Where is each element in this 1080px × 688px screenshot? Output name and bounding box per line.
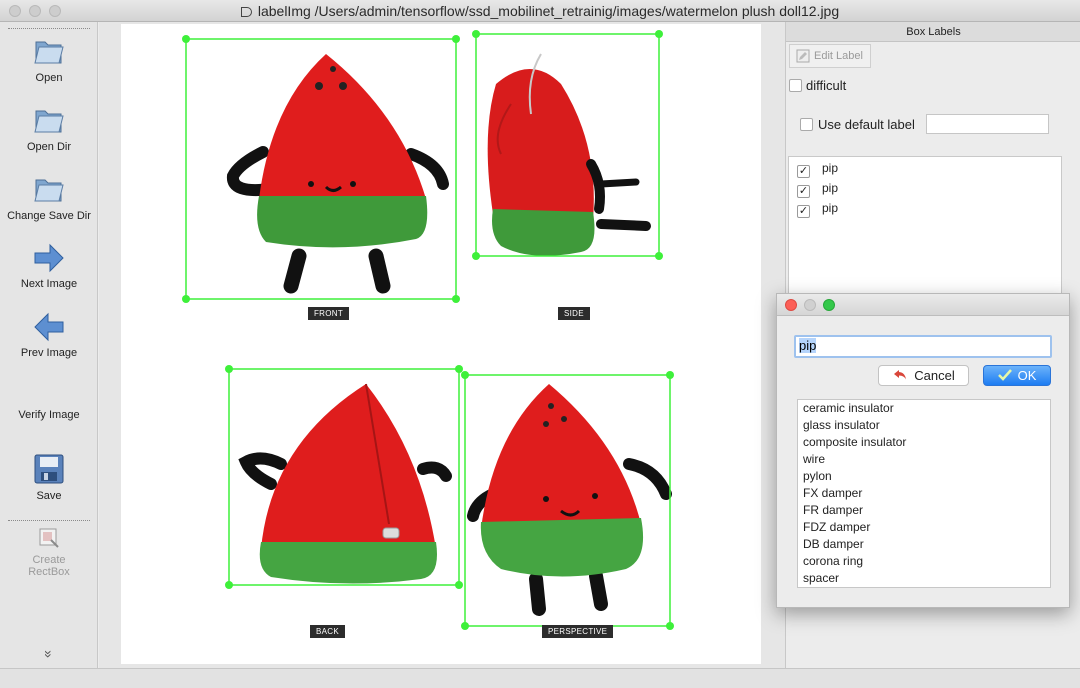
list-item[interactable]: spacer [803,571,839,585]
perspective-doll [467,384,672,616]
folder-icon [34,179,64,202]
list-item[interactable]: pylon [803,469,832,483]
window-title: labelImg /Users/admin/tensorflow/ssd_mob… [0,3,1080,19]
checkmark-icon[interactable]: ✓ [797,165,810,178]
canvas-area: FRONT SIDE BACK PERSPECTIVE [99,22,785,668]
label-dialog: pip Cancel OK ceramic insulator glass in… [776,293,1070,608]
dialog-close-button[interactable] [785,299,797,311]
side-doll [487,53,651,256]
ok-button[interactable]: OK [983,365,1051,386]
watermelon-plush-image [182,30,674,630]
left-toolbar: Open Open Dir Change Save Dir Next Image… [0,22,98,668]
edit-label-button[interactable]: Edit Label [789,44,871,68]
list-item[interactable]: composite insulator [803,435,906,449]
list-item[interactable]: DB damper [803,537,864,551]
list-item[interactable]: corona ring [803,554,863,568]
arrow-left-icon [34,312,64,342]
toolbar-grip[interactable] [8,28,90,29]
open-button[interactable]: Open [0,34,98,84]
label-input[interactable]: pip [794,335,1052,358]
floppy-disk-icon [34,454,64,484]
caption-side: SIDE [558,307,590,320]
dialog-zoom-button[interactable] [823,299,835,311]
rectbox-icon [39,528,59,548]
front-doll [227,54,449,294]
list-item[interactable]: glass insulator [803,418,880,432]
difficult-checkbox[interactable] [789,79,802,92]
caption-perspective: PERSPECTIVE [542,625,614,638]
cancel-button[interactable]: Cancel [878,365,969,386]
label-list: ✓ pip ✓ pip ✓ pip [788,156,1062,296]
list-item[interactable]: wire [803,452,825,466]
folder-icon [34,41,64,64]
verify-image-button[interactable]: Verify Image [0,409,98,421]
checkmark-icon [997,369,1012,381]
list-item[interactable]: FDZ damper [803,520,870,534]
use-default-label-checkbox[interactable] [800,118,813,131]
caption-back: BACK [310,625,345,638]
label-list-item[interactable]: ✓ pip [797,161,838,178]
list-item[interactable]: FR damper [803,503,863,517]
checkmark-icon[interactable]: ✓ [797,185,810,198]
back-doll [238,383,452,584]
change-save-dir-button[interactable]: Change Save Dir [0,172,98,222]
prev-image-button[interactable]: Prev Image [0,311,98,359]
list-item[interactable]: ceramic insulator [803,401,894,415]
status-bar [0,668,1080,688]
difficult-label: difficult [806,78,847,93]
label-list-item[interactable]: ✓ pip [797,201,838,218]
app-window: labelImg /Users/admin/tensorflow/ssd_mob… [0,0,1080,688]
label-options-list: ceramic insulator glass insulator compos… [797,399,1051,588]
open-dir-button[interactable]: Open Dir [0,103,98,153]
list-item[interactable]: FX damper [803,486,862,500]
save-button[interactable]: Save [0,452,98,502]
use-default-label-text: Use default label [818,117,915,132]
panel-title: Box Labels [786,22,1080,42]
label-list-item[interactable]: ✓ pip [797,181,838,198]
undo-arrow-icon [894,370,907,380]
default-label-input[interactable] [926,114,1049,134]
dialog-minimize-button[interactable] [804,299,816,311]
image-canvas[interactable]: FRONT SIDE BACK PERSPECTIVE [121,24,761,664]
arrow-right-icon [34,243,64,273]
folder-icon [34,110,64,133]
next-image-button[interactable]: Next Image [0,242,98,290]
checkmark-icon[interactable]: ✓ [797,205,810,218]
create-rectbox-button[interactable]: Create RectBox [0,526,98,578]
edit-pencil-icon [796,49,810,63]
toolbar-separator [8,520,90,521]
dialog-title-bar [777,294,1069,316]
toolbar-overflow-chevron-icon[interactable]: » [0,646,98,662]
document-icon [240,7,252,17]
caption-front: FRONT [308,307,350,320]
title-bar: labelImg /Users/admin/tensorflow/ssd_mob… [0,0,1080,22]
